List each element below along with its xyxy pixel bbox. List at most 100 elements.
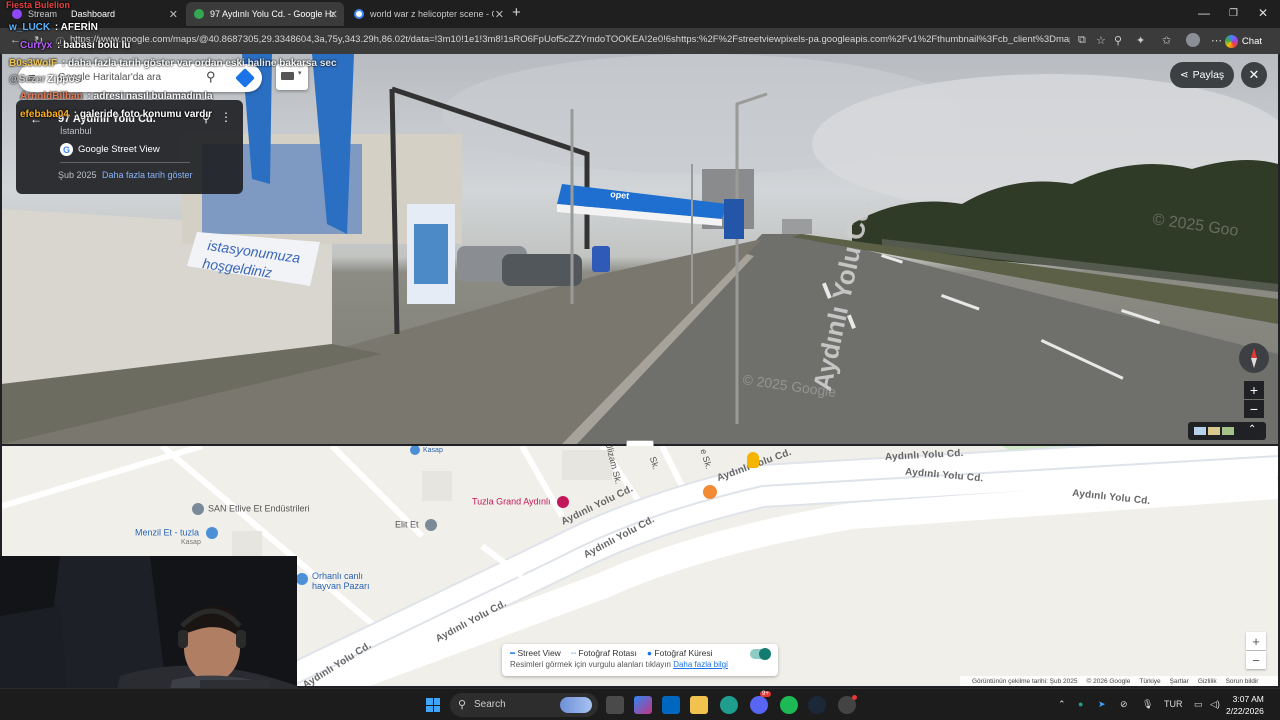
minimize-button[interactable]: — xyxy=(1198,6,1210,20)
chat-text: Zippos xyxy=(47,74,81,85)
chat-username: w_LUCK xyxy=(9,22,51,33)
poi-elit-et[interactable]: Elit Et xyxy=(395,519,438,531)
taskbar-search[interactable]: ⚲ Search xyxy=(450,693,598,717)
compass-icon[interactable] xyxy=(1239,343,1269,373)
region-link[interactable]: Türkiye xyxy=(1139,678,1160,685)
poi-tuzla-grand-aydinli[interactable]: Tuzla Grand Aydınlı xyxy=(472,496,570,508)
search-label: Search xyxy=(474,699,506,710)
privacy-link[interactable]: Gizlilik xyxy=(1198,678,1217,685)
thumbnail-icon[interactable] xyxy=(1222,427,1234,435)
search-icon[interactable]: ⚲ xyxy=(206,69,216,85)
poi-menzil-et[interactable]: Menzil Et - tuzla Kasap xyxy=(135,527,218,546)
hotel-pin-icon xyxy=(557,496,570,508)
poi-label: Kasap xyxy=(423,447,443,454)
chat-text: adresi nasıl bulamadın la xyxy=(93,91,213,102)
poi-orhanli-hayvan-pazari[interactable]: Orhanlı canlı hayvan Pazarı xyxy=(296,571,370,591)
chat-text: daha fazla tarih göster var ordan eski h… xyxy=(68,58,337,69)
system-clock[interactable]: 3:07 AM 2/22/2026 xyxy=(1226,693,1264,717)
show-hidden-icons-icon[interactable]: ⌃ xyxy=(1058,699,1066,710)
learn-more-link[interactable]: Daha fazla bilgi xyxy=(673,660,728,669)
new-tab-button[interactable]: + xyxy=(512,4,521,21)
poi-category: Kasap xyxy=(181,539,201,546)
imagery-thumbnails-strip[interactable]: ⌃ xyxy=(1188,422,1266,440)
street-view-zoom-out-button[interactable]: − xyxy=(1244,400,1264,418)
url-field[interactable]: https://www.google.com/maps/@40.8687305,… xyxy=(70,34,1070,45)
share-button[interactable]: ⋖ Paylaş xyxy=(1170,62,1234,88)
thumbnail-icon[interactable] xyxy=(1208,427,1220,435)
close-street-view-button[interactable]: ✕ xyxy=(1241,62,1267,88)
volume-icon[interactable]: ◁) xyxy=(1210,699,1220,710)
tray-app-icon[interactable]: ● xyxy=(1078,699,1083,709)
more-options-icon[interactable]: ⋮ xyxy=(220,110,232,124)
poi-kasap[interactable]: Kasap xyxy=(410,446,443,455)
chat-username: B0s3WoIF xyxy=(9,58,58,69)
network-icon[interactable]: ▭ xyxy=(1194,699,1203,710)
station-brand-sign: opet xyxy=(610,189,630,201)
steam-icon[interactable] xyxy=(808,696,826,714)
chat-text: galeride foto konumu vardır xyxy=(79,109,213,120)
store-icon[interactable] xyxy=(662,696,680,714)
keyboard-icon xyxy=(281,72,294,80)
shopping-pin-icon xyxy=(205,527,218,539)
clock-date: 2/22/2026 xyxy=(1226,706,1264,716)
chat-message: @Sezer Zippos xyxy=(9,74,80,85)
favorites-icon[interactable]: ✩ xyxy=(1162,34,1171,47)
search-highlight-icon xyxy=(560,697,592,713)
windows-taskbar: ⚲ Search 9+ ⌃ ● ➤ ⊘ 🎙 TUR ▭ ◁) 3:07 AM 2… xyxy=(0,688,1280,720)
map-zoom-in-button[interactable]: + xyxy=(1246,632,1266,650)
shopping-pin-icon xyxy=(410,446,420,455)
microphone-icon[interactable]: 🎙 xyxy=(1142,699,1153,710)
extensions-icon[interactable]: ✦ xyxy=(1136,34,1145,47)
chevron-down-icon: ▾ xyxy=(298,70,302,77)
profile-avatar[interactable] xyxy=(1186,33,1200,47)
chat-username: efebaba04 xyxy=(20,109,69,120)
chat-username: ArnoldBilban xyxy=(20,91,83,102)
start-button[interactable] xyxy=(426,698,440,712)
language-indicator[interactable]: TUR xyxy=(1164,699,1183,709)
edge-browser-icon[interactable] xyxy=(720,696,738,714)
map-footer: Görüntünün çekilme tarihi: Şub 2025 © 20… xyxy=(960,676,1278,686)
pegman-icon[interactable] xyxy=(747,452,759,468)
notification-badge: 9+ xyxy=(760,691,771,697)
file-explorer-icon[interactable] xyxy=(690,696,708,714)
chat-message: w_LUCK : AFERİN xyxy=(9,22,98,33)
restaurant-pin-icon[interactable] xyxy=(703,485,717,499)
expand-chevron-icon[interactable]: ⌃ xyxy=(1248,424,1256,435)
map-zoom-out-button[interactable]: − xyxy=(1246,651,1266,669)
chat-username: @Sezer xyxy=(9,74,46,85)
location-icon[interactable]: ⚲ xyxy=(1114,34,1122,47)
street-view-zoom-in-button[interactable]: + xyxy=(1244,381,1264,399)
thumbnail-icon[interactable] xyxy=(1194,427,1206,435)
close-window-button[interactable]: ✕ xyxy=(1258,6,1268,20)
copilot-icon xyxy=(1224,34,1238,48)
more-dates-link[interactable]: Daha fazla tarih göster xyxy=(102,170,193,180)
directions-icon[interactable] xyxy=(235,68,255,88)
close-tab-icon[interactable]: ✕ xyxy=(169,8,178,21)
task-view-icon[interactable] xyxy=(606,696,624,714)
tray-app-icon[interactable]: ➤ xyxy=(1098,699,1106,710)
close-tab-icon[interactable]: ✕ xyxy=(495,8,504,21)
google-icon xyxy=(354,9,364,19)
restore-button[interactable]: ❐ xyxy=(1229,8,1238,19)
poi-label: Tuzla Grand Aydınlı xyxy=(472,496,551,507)
legend-photo-sphere: ● Fotoğraf Küresi xyxy=(646,648,713,658)
open-in-app-icon[interactable]: ⧉ xyxy=(1078,34,1086,47)
poi-pin-icon xyxy=(192,503,204,515)
terms-link[interactable]: Şartlar xyxy=(1170,678,1189,685)
report-problem-link[interactable]: Sorun bildir xyxy=(1226,678,1259,685)
tab-google-maps[interactable]: 97 Aydınlı Yolu Cd. - Google Harit ✕ xyxy=(186,2,344,26)
street-view-layer-toggle[interactable] xyxy=(750,648,771,660)
poi-pin-icon xyxy=(425,519,438,531)
chat-message: efebaba04 : galeride foto konumu vardır xyxy=(20,109,213,120)
spotify-icon[interactable] xyxy=(780,696,798,714)
discord-icon[interactable] xyxy=(750,696,768,714)
poi-san-etlive[interactable]: SAN Etlive Et Endüstrileri xyxy=(192,503,310,515)
bookmark-star-icon[interactable]: ☆ xyxy=(1096,34,1106,47)
tray-app-icon[interactable]: ⊘ xyxy=(1120,699,1128,710)
copilot-app-icon[interactable] xyxy=(634,696,652,714)
copilot-chat-button[interactable]: Chat xyxy=(1219,32,1268,50)
google-icon: G xyxy=(60,143,73,156)
close-tab-icon[interactable]: ✕ xyxy=(329,8,338,21)
recording-indicator xyxy=(852,695,857,700)
tab-google-search[interactable]: world war z helicopter scene - Goo ✕ xyxy=(346,2,510,26)
